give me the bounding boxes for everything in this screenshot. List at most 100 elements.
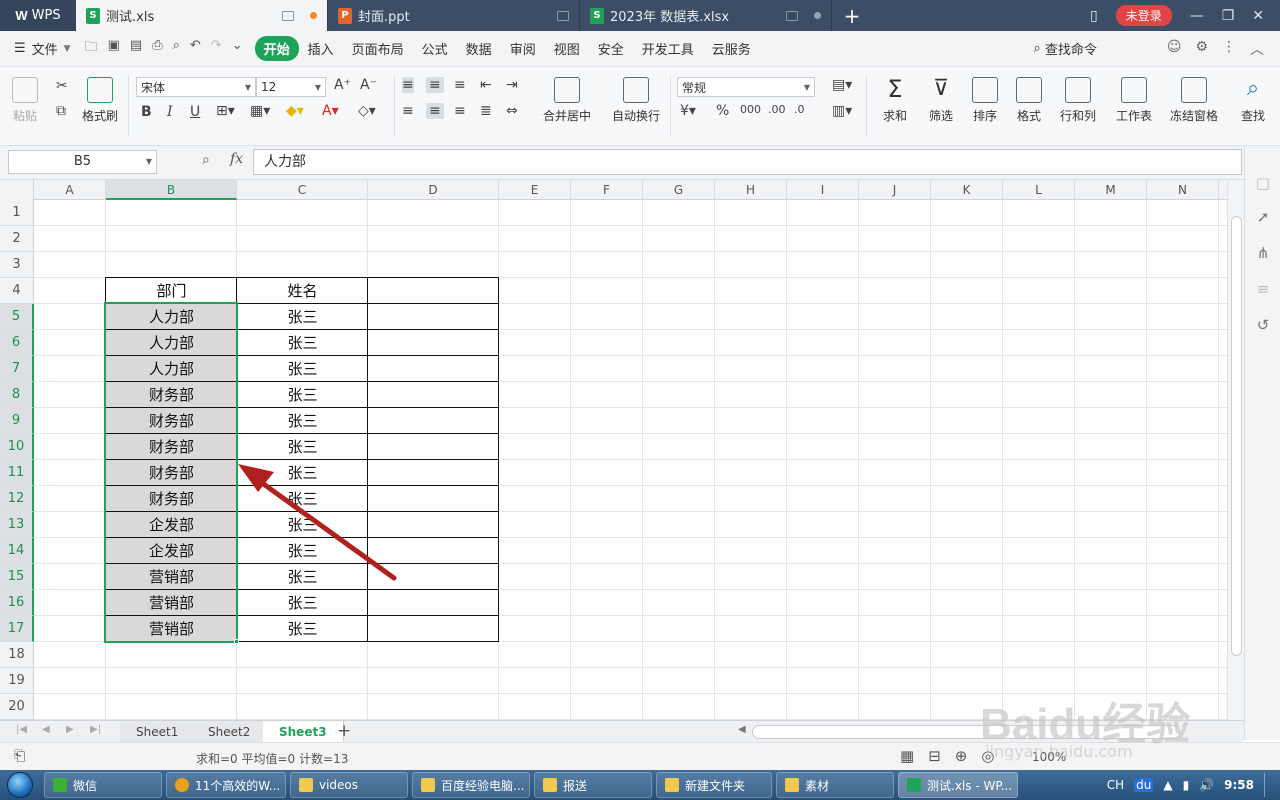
align-middle-icon[interactable]: ≡ <box>426 77 444 93</box>
bold-icon[interactable]: B <box>141 104 152 120</box>
new-tab-button[interactable]: + <box>832 0 872 31</box>
menu-security[interactable]: 安全 <box>589 36 633 61</box>
sheet-tab-3[interactable]: Sheet3 <box>263 721 344 743</box>
tab-cover-ppt[interactable]: P 封面.ppt <box>328 0 580 31</box>
cell-name[interactable]: 张三 <box>237 486 368 512</box>
format-button[interactable]: 格式 <box>1016 77 1042 124</box>
eraser-icon[interactable]: ◇▾ <box>358 103 376 119</box>
float-window-icon[interactable] <box>557 10 569 21</box>
fill-color-icon[interactable]: ◆▾ <box>286 103 304 119</box>
float-window-icon[interactable] <box>786 10 798 21</box>
header-cell-dept[interactable]: 部门 <box>106 278 237 304</box>
row-header-6[interactable]: 6 <box>0 330 34 356</box>
border-icon[interactable]: ⊞▾ <box>216 103 235 119</box>
cell-dept[interactable]: 财务部 <box>106 434 237 460</box>
cell-style-icon[interactable]: ▦▾ <box>250 103 270 119</box>
cell-dept[interactable]: 人力部 <box>106 330 237 356</box>
sheet-tab-2[interactable]: Sheet2 <box>192 721 268 743</box>
last-sheet-icon[interactable]: ▶| <box>90 724 101 735</box>
column-header-h[interactable]: H <box>715 180 787 200</box>
wps-home-button[interactable]: W WPS <box>0 0 76 31</box>
indent-decrease-icon[interactable]: ⇤ <box>480 77 492 93</box>
volume-icon[interactable]: 🔊 <box>1199 778 1214 792</box>
add-sheet-button[interactable]: + <box>337 721 351 741</box>
gear-icon[interactable]: ⚙ <box>1195 39 1208 59</box>
cell-area[interactable]: 部门 姓名 人力部 张三 人力部 张三 人力部 张三 财务部 张三 财务部 张三 财务部 张三 财务部 张三财… <box>34 200 1227 720</box>
cell-dept[interactable]: 企发部 <box>106 512 237 538</box>
column-header-f[interactable]: F <box>571 180 643 200</box>
sheet-tab-1[interactable]: Sheet1 <box>120 721 196 743</box>
start-button[interactable] <box>0 770 40 800</box>
normal-view-icon[interactable]: ▦ <box>900 747 914 765</box>
row-header-18[interactable]: 18 <box>0 642 34 668</box>
close-dot-icon[interactable] <box>814 12 821 19</box>
increase-decimal-icon[interactable]: .00 <box>768 103 786 116</box>
open-folder-icon[interactable]: 🗀 <box>85 38 98 60</box>
taskbar-item-wechat[interactable]: 微信 <box>44 772 162 798</box>
merge-center-button[interactable]: 合并居中 <box>543 77 591 124</box>
cursor-select-icon[interactable]: ➚ <box>1254 208 1272 226</box>
properties-icon[interactable]: ≡ <box>1254 280 1272 298</box>
underline-icon[interactable]: U <box>190 104 200 120</box>
redo-icon[interactable]: ↷ <box>211 38 222 60</box>
row-header-19[interactable]: 19 <box>0 668 34 694</box>
taskbar-item-materials[interactable]: 素材 <box>776 772 894 798</box>
row-header-10[interactable]: 10 <box>0 434 34 460</box>
login-button[interactable]: 未登录 <box>1115 5 1172 26</box>
thousands-icon[interactable]: 000 <box>740 103 761 116</box>
more-icon[interactable]: ⋮ <box>1222 39 1236 59</box>
table-style-icon[interactable]: ▤▾ <box>832 77 852 93</box>
menu-view[interactable]: 视图 <box>545 36 589 61</box>
column-header-j[interactable]: J <box>859 180 931 200</box>
column-header-m[interactable]: M <box>1075 180 1147 200</box>
row-header-4[interactable]: 4 <box>0 278 34 304</box>
row-header-13[interactable]: 13 <box>0 512 34 538</box>
name-box[interactable]: B5 ▼ <box>8 150 157 174</box>
row-header-17[interactable]: 17 <box>0 616 34 642</box>
row-header-15[interactable]: 15 <box>0 564 34 590</box>
share-icon[interactable]: ⋔ <box>1254 244 1272 262</box>
row-header-2[interactable]: 2 <box>0 226 34 252</box>
align-top-icon[interactable]: ≡ <box>402 77 414 93</box>
column-header-c[interactable]: C <box>237 180 368 200</box>
row-header-11[interactable]: 11 <box>0 460 34 486</box>
export-pdf-icon[interactable]: ▤ <box>130 38 142 60</box>
save-icon[interactable]: ▣ <box>108 38 120 60</box>
column-header-a[interactable]: A <box>34 180 106 200</box>
font-color-icon[interactable]: A▾ <box>322 103 339 119</box>
distribute-icon[interactable]: ⇔ <box>506 103 518 119</box>
zoom-search-icon[interactable]: ⌕ <box>202 152 210 168</box>
indent-increase-icon[interactable]: ⇥ <box>506 77 518 93</box>
row-header-5[interactable]: 5 <box>0 304 34 330</box>
cell-name[interactable]: 张三 <box>237 408 368 434</box>
column-header-e[interactable]: E <box>499 180 571 200</box>
row-header-20[interactable]: 20 <box>0 694 34 720</box>
cell-dept[interactable]: 人力部 <box>106 356 237 382</box>
cell-dept[interactable]: 营销部 <box>106 590 237 616</box>
cell-dept[interactable]: 营销部 <box>106 564 237 590</box>
close-icon[interactable]: ✕ <box>1252 8 1264 24</box>
row-header-7[interactable]: 7 <box>0 356 34 382</box>
column-header-i[interactable]: I <box>787 180 859 200</box>
zoom-level[interactable]: 100% <box>1032 750 1066 764</box>
print-icon[interactable]: ⎙ <box>152 38 162 60</box>
search-command[interactable]: ⌕ 查找命令 <box>1034 39 1097 58</box>
menu-insert[interactable]: 插入 <box>299 36 343 61</box>
tablet-mode-icon[interactable]: ▯ <box>1090 8 1098 24</box>
font-name-select[interactable]: 宋体 ▼ <box>136 77 256 97</box>
file-menu[interactable]: ☰ 文件 ▼ <box>14 39 71 58</box>
select-all-corner[interactable] <box>0 180 34 200</box>
taskbar-item-new-folder[interactable]: 新建文件夹 <box>656 772 772 798</box>
minimize-icon[interactable]: — <box>1190 8 1204 24</box>
decrease-font-icon[interactable]: A⁻ <box>360 77 377 93</box>
tab-test-xls[interactable]: S 测试.xls <box>76 0 328 31</box>
row-header-14[interactable]: 14 <box>0 538 34 564</box>
column-header-b[interactable]: B <box>106 180 237 200</box>
customize-chevron-icon[interactable]: ⌄ <box>232 38 243 60</box>
cell-dept[interactable]: 人力部 <box>106 304 237 330</box>
sum-button[interactable]: Σ 求和 <box>882 77 908 124</box>
fill-handle[interactable] <box>234 639 239 644</box>
cell-name[interactable]: 张三 <box>237 564 368 590</box>
percent-icon[interactable]: % <box>716 103 729 119</box>
column-header-l[interactable]: L <box>1003 180 1075 200</box>
